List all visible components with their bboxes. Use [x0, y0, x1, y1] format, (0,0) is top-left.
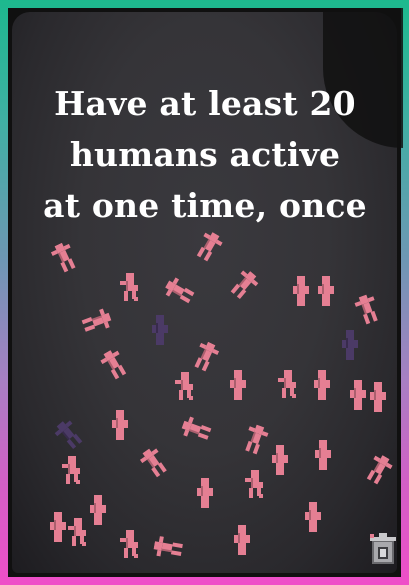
human-figure — [197, 478, 213, 508]
human-figure — [90, 495, 106, 525]
human-figure — [68, 518, 86, 546]
human-figure — [234, 525, 250, 555]
human-figure — [100, 350, 127, 380]
human-figure — [152, 315, 168, 345]
human-figure — [230, 370, 246, 400]
human-figure — [50, 512, 66, 542]
human-figure — [120, 530, 138, 558]
human-figure — [81, 308, 112, 332]
human-figure — [350, 380, 366, 410]
human-figure — [315, 440, 331, 470]
human-figure — [318, 276, 334, 306]
human-figure — [165, 277, 195, 304]
humans-illustration — [0, 0, 409, 585]
achievement-card: Have at least 20 humans active at one ti… — [0, 0, 409, 585]
human-figure — [50, 242, 76, 273]
human-figure — [314, 370, 330, 400]
human-figure — [245, 424, 269, 455]
human-figure — [54, 420, 83, 450]
trash-bin-icon — [370, 533, 396, 564]
human-figure — [153, 536, 183, 557]
human-figure — [181, 416, 212, 440]
human-figure — [230, 270, 259, 300]
human-figure — [366, 455, 393, 485]
human-figure — [175, 372, 193, 400]
human-figure — [305, 502, 321, 532]
human-figure — [342, 330, 358, 360]
human-figure — [139, 448, 167, 478]
human-figure — [245, 470, 263, 498]
human-figure — [112, 410, 128, 440]
human-figure — [354, 294, 378, 325]
human-figure — [278, 370, 296, 398]
human-figure — [272, 445, 288, 475]
human-figure — [370, 382, 386, 412]
human-figure — [293, 276, 309, 306]
human-figure — [196, 232, 223, 262]
human-figure — [62, 456, 80, 484]
human-figure — [120, 273, 138, 301]
